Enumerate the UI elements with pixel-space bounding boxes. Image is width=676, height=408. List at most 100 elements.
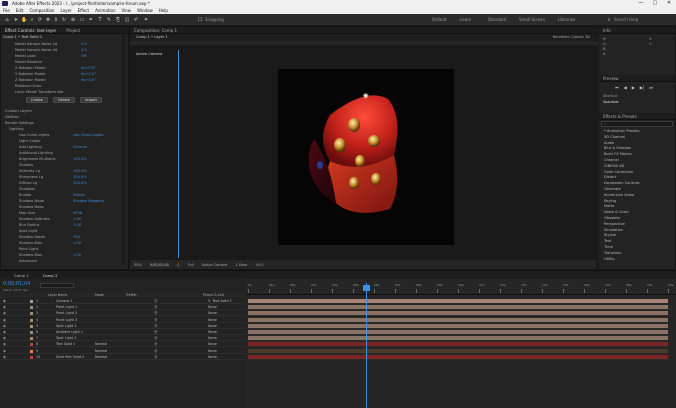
import-button[interactable]: Import — [80, 97, 102, 103]
menu-composition[interactable]: Composition — [29, 7, 54, 14]
layer-track-bar[interactable] — [248, 317, 668, 323]
active-camera-dropdown[interactable]: Active Camera — [202, 263, 228, 267]
col-trkmat[interactable]: TrkMat — [126, 293, 137, 298]
layer-parent[interactable]: None — [208, 355, 217, 360]
effects-category-item[interactable]: Transition — [604, 251, 621, 256]
pan-tool-icon[interactable]: ✥ — [45, 17, 51, 23]
layer-parent[interactable]: None — [208, 330, 217, 335]
effects-category-item[interactable]: * Animation Presets — [604, 129, 639, 134]
effects-category-item[interactable]: Distort — [604, 175, 616, 180]
anchor-tool-icon[interactable]: ⊕ — [70, 17, 76, 23]
eye-icon[interactable]: ◉ — [3, 330, 6, 335]
col-parent[interactable]: Parent & Link — [203, 293, 224, 298]
effects-category-item[interactable]: Noise & Grain — [604, 210, 629, 215]
lighting-property-value[interactable]: 1.00 — [73, 223, 81, 228]
layer-row[interactable]: ◉ 6 Ambient Light 1 @ None — [0, 330, 246, 335]
zoom-tool-icon[interactable]: ⌕ — [29, 17, 35, 23]
section-lighting[interactable]: Lighting — [9, 127, 24, 132]
workspace-default[interactable]: Default — [432, 17, 447, 23]
effect-property-value[interactable]: 0.0 — [81, 48, 87, 53]
pickwhip-icon[interactable]: @ — [154, 311, 157, 316]
effects-category-item[interactable]: Perspective — [604, 222, 625, 227]
tab-info[interactable]: Info — [599, 27, 675, 34]
search-help-input[interactable]: Search Help — [614, 17, 638, 23]
effects-category-item[interactable]: Obsolete — [604, 216, 620, 221]
section-utilities[interactable]: Utilities — [5, 115, 19, 120]
orbit-tool-icon[interactable]: ⟳ — [37, 17, 43, 23]
lighting-property-value[interactable]: Chrome — [73, 145, 87, 150]
effects-category-item[interactable]: Utility — [604, 257, 615, 262]
lighting-property-value[interactable]: Shadow Mapping — [73, 199, 104, 204]
layer-row[interactable]: ◉ 5 Spot Light 1 @ None — [0, 324, 246, 329]
type-tool-icon[interactable]: T — [97, 17, 103, 23]
eye-icon[interactable]: ◉ — [3, 355, 6, 360]
menu-help[interactable]: Help — [159, 7, 168, 14]
lighting-property-value[interactable]: 4096 — [73, 211, 82, 216]
effects-category-item[interactable]: Stylize — [604, 233, 616, 238]
selection-tool-icon[interactable]: ➤ — [13, 17, 19, 23]
search-icon[interactable]: ⌕ — [606, 17, 612, 23]
menu-animation[interactable]: Animation — [95, 7, 115, 14]
effects-category-item[interactable]: 3D Channel — [604, 135, 625, 140]
rectangle-tool-icon[interactable]: ▭ — [79, 17, 85, 23]
effects-search-input[interactable]: ⌕ — [601, 121, 673, 127]
layer-mode[interactable]: Normal — [95, 342, 107, 347]
views-dropdown[interactable]: 1 View — [235, 263, 247, 267]
lighting-property-value[interactable]: 100.0% — [73, 169, 87, 174]
layer-name[interactable]: Camera 1 — [56, 299, 73, 304]
layer-label-color[interactable] — [30, 300, 33, 303]
lighting-property-value[interactable]: Use Comp Lights — [73, 133, 103, 138]
prev-frame-icon[interactable]: ◀ — [624, 85, 627, 90]
col-layer-name[interactable]: Layer Name — [48, 293, 67, 298]
layer-mode[interactable]: Normal — [95, 355, 107, 360]
layer-label-color[interactable] — [30, 331, 33, 334]
magnification-dropdown[interactable]: 50% — [134, 263, 142, 267]
menu-file[interactable]: File — [3, 7, 10, 14]
pen-tool-icon[interactable]: ✒ — [88, 17, 94, 23]
pickwhip-icon[interactable]: @ — [154, 349, 157, 354]
effect-property-value[interactable]: 0.0 — [81, 42, 87, 47]
eye-icon[interactable]: ◉ — [3, 318, 6, 323]
menu-window[interactable]: Window — [137, 7, 153, 14]
clone-stamp-tool-icon[interactable]: ⎘ — [115, 17, 121, 23]
layer-name[interactable]: Point Light 3 — [56, 318, 77, 323]
pickwhip-icon[interactable]: @ — [154, 330, 157, 335]
minimize-button[interactable]: — — [634, 0, 648, 7]
effects-category-item[interactable]: Audio — [604, 141, 614, 146]
tab-effect-controls[interactable]: Effect Controls: text-layer — [5, 27, 56, 33]
layer-track-bar[interactable] — [248, 323, 668, 329]
lighting-property-value[interactable]: 100 — [73, 235, 80, 240]
menu-view[interactable]: View — [122, 7, 132, 14]
effects-category-item[interactable]: Immersive Video — [604, 193, 634, 198]
eye-icon[interactable]: ◉ — [3, 299, 6, 304]
eye-icon[interactable]: ◉ — [3, 324, 6, 329]
col-mode[interactable]: Mode — [95, 293, 104, 298]
workspace-learn[interactable]: Learn — [460, 17, 471, 23]
timeline-timecode[interactable]: 0;00;01;04 — [3, 281, 30, 287]
snapping-checkbox-icon[interactable]: ☐ — [197, 17, 203, 23]
layer-track-bar[interactable] — [248, 330, 668, 335]
layer-parent[interactable]: None — [208, 336, 217, 341]
home-icon[interactable]: ⌂ — [4, 17, 10, 23]
effects-category-item[interactable]: Text — [604, 239, 611, 244]
layer-row[interactable]: ◉ 2 Point Light 1 @ None — [0, 305, 246, 311]
effects-category-item[interactable]: Simulation — [604, 228, 623, 233]
eraser-tool-icon[interactable]: ◫ — [124, 17, 130, 23]
effects-category-item[interactable]: Expression Controls — [604, 181, 640, 186]
lighting-property-value[interactable]: 1.00 — [73, 253, 81, 258]
close-button[interactable]: ✕ — [662, 0, 676, 7]
pickwhip-icon[interactable]: @ — [154, 342, 157, 347]
menu-effect[interactable]: Effect — [78, 7, 90, 14]
pickwhip-icon[interactable]: @ — [154, 324, 157, 329]
first-frame-icon[interactable]: ⏮ — [615, 85, 619, 90]
pickwhip-icon[interactable]: @ — [154, 318, 157, 323]
effect-property-value[interactable]: Off — [81, 54, 86, 59]
layer-label-color[interactable] — [30, 349, 33, 353]
layer-mode[interactable]: Normal — [95, 349, 107, 354]
effect-property-value[interactable]: 0x+0.0° — [81, 72, 96, 77]
maximize-button[interactable]: ▢ — [648, 0, 662, 7]
tab-effects-presets[interactable]: Effects & Presets — [599, 113, 675, 120]
delete-button[interactable]: Delete — [53, 97, 75, 103]
layer-label-color[interactable] — [30, 343, 33, 347]
menu-layer[interactable]: Layer — [60, 7, 71, 14]
